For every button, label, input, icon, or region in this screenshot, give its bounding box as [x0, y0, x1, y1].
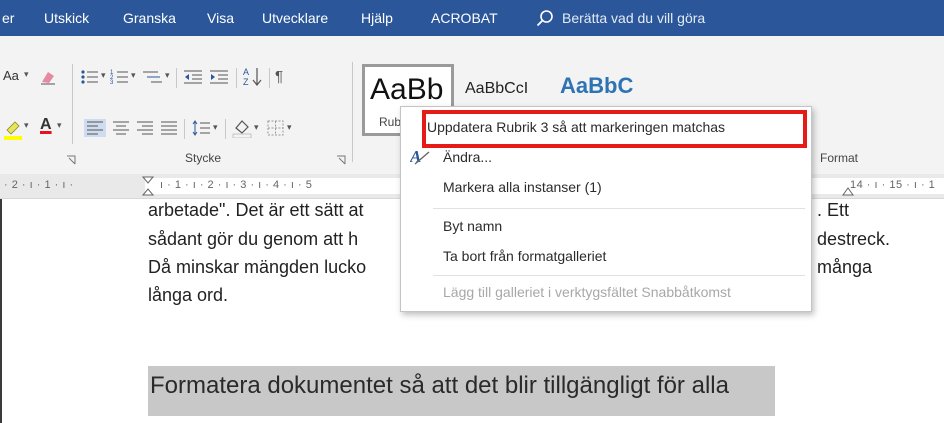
decrease-indent-icon[interactable] — [182, 68, 204, 86]
borders-icon[interactable] — [266, 119, 286, 137]
ruler-ticks-left: · 2 · ı · 1 · ı · — [4, 179, 74, 191]
ribbon-tab-bar: er Utskick Granska Visa Utvecklare Hjälp… — [0, 0, 944, 36]
style-tile-2[interactable]: AaBbCcI — [465, 80, 528, 98]
menu-item-add-to-qat: Lägg till galleriet i verktygsfältet Sna… — [443, 284, 731, 300]
doc-text-line[interactable]: sådant gör du genom att h — [148, 229, 358, 250]
ruler-ticks-middle: ı · 1 · ı · 2 · ı · 3 · ı · 4 · ı · 5 — [160, 179, 313, 191]
menu-separator — [433, 208, 805, 209]
group-label-stycke: Stycke — [185, 151, 222, 165]
menu-separator — [433, 275, 805, 276]
separator — [269, 68, 270, 88]
svg-text:3: 3 — [110, 80, 114, 86]
clear-formatting-icon[interactable] — [39, 68, 57, 86]
align-center-icon[interactable] — [110, 119, 132, 137]
menu-item-select-all[interactable]: Markera alla instanser (1) — [443, 179, 602, 195]
doc-text-line[interactable]: Då minskar mängden lucko — [148, 257, 366, 278]
chevron-down-icon: ▾ — [24, 69, 29, 79]
align-left-icon[interactable] — [84, 119, 106, 137]
justify-icon[interactable] — [158, 119, 180, 137]
numbering-icon[interactable]: 1 2 3 — [110, 68, 132, 86]
increase-indent-icon[interactable] — [208, 68, 230, 86]
tell-me-search[interactable]: Berätta vad du vill göra — [562, 0, 705, 36]
chevron-down-icon: ▾ — [254, 122, 259, 132]
font-dialog-launcher[interactable] — [66, 152, 76, 165]
doc-text-line[interactable]: destreck. — [817, 229, 890, 250]
tab-utskick[interactable]: Utskick — [44, 0, 89, 36]
line-spacing-icon[interactable] — [190, 119, 212, 137]
modify-style-icon: A — [410, 147, 430, 166]
separator — [184, 119, 185, 139]
page-edge — [0, 199, 2, 423]
tab-acrobat[interactable]: ACROBAT — [431, 0, 498, 36]
chevron-down-icon: ▾ — [131, 70, 136, 80]
style-preview: AaBb — [370, 73, 444, 106]
doc-text-line[interactable]: många — [817, 257, 872, 278]
separator — [236, 68, 237, 88]
doc-text-line[interactable]: långa ord. — [148, 285, 228, 306]
tab-granska[interactable]: Granska — [123, 0, 176, 36]
highlighter-icon[interactable] — [3, 118, 23, 140]
tab-hjalp[interactable]: Hjälp — [361, 0, 393, 36]
separator — [176, 68, 177, 88]
chevron-down-icon: ▾ — [287, 122, 292, 132]
group-separator — [352, 62, 353, 162]
style-name: Rub — [379, 115, 402, 129]
chevron-down-icon: ▾ — [213, 122, 218, 132]
red-highlight-box — [422, 110, 807, 148]
multilevel-list-icon[interactable] — [140, 68, 164, 86]
search-icon[interactable] — [536, 9, 554, 27]
font-color-icon[interactable]: A — [40, 116, 52, 134]
chevron-down-icon: ▾ — [101, 70, 106, 80]
tab-visa[interactable]: Visa — [207, 0, 234, 36]
sort-icon[interactable]: A Z — [243, 66, 263, 88]
pilcrow-icon[interactable]: ¶ — [275, 68, 283, 85]
group-separator — [72, 64, 73, 144]
shading-icon[interactable] — [231, 118, 253, 138]
align-right-icon[interactable] — [134, 119, 156, 137]
menu-item-remove-from-gallery[interactable]: Ta bort från formatgalleriet — [443, 248, 606, 264]
ruler-ticks-right: 14 · ı · 15 · ı · 1 — [850, 179, 936, 191]
style-tile-3[interactable]: AaBbC — [560, 73, 633, 99]
bullets-icon[interactable] — [80, 68, 102, 86]
chevron-down-icon: ▾ — [24, 120, 29, 130]
doc-text-line[interactable]: arbetade". Det är ett sätt at — [148, 200, 364, 221]
svg-text:A: A — [243, 67, 249, 77]
chevron-down-icon: ▾ — [165, 70, 170, 80]
chevron-down-icon: ▾ — [57, 120, 62, 130]
doc-heading[interactable]: Formatera dokumentet så att det blir til… — [150, 372, 729, 400]
svg-text:Z: Z — [243, 77, 249, 87]
group-label-format: Format — [820, 151, 859, 165]
menu-item-rename[interactable]: Byt namn — [443, 218, 502, 234]
change-case-button[interactable]: Aa — [3, 68, 19, 83]
indent-marker-icon[interactable] — [142, 176, 154, 196]
separator — [225, 119, 226, 139]
paragraph-dialog-launcher[interactable] — [336, 152, 346, 165]
doc-text-line[interactable]: . Ett — [817, 200, 849, 221]
menu-item-modify[interactable]: Ändra... — [443, 149, 492, 165]
tab-utvecklare[interactable]: Utvecklare — [262, 0, 328, 36]
tab-partial[interactable]: er — [2, 0, 14, 36]
